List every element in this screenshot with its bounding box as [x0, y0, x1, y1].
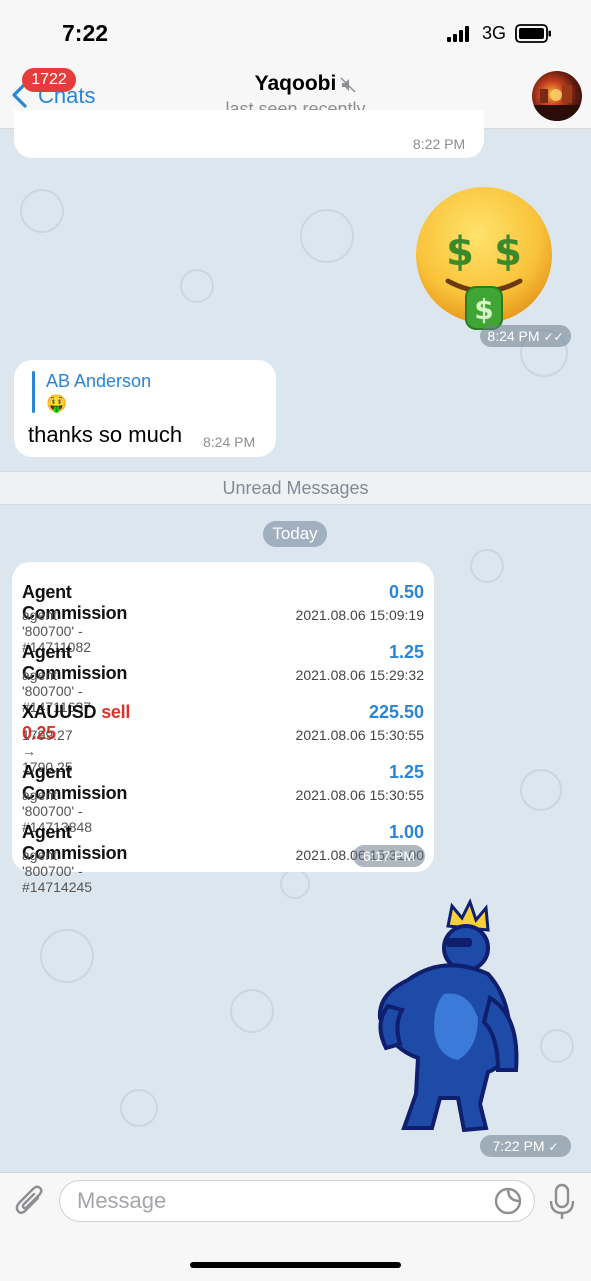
report-row-amount: 1.25 — [388, 642, 424, 662]
status-time: 7:22 — [62, 20, 109, 46]
reply-preview: 🤑 — [46, 394, 68, 413]
report-row-date: 2021.08.06 15:29:32 — [295, 667, 424, 683]
battery-icon — [515, 24, 551, 43]
report-row-detail: agent '800700' - #14714245 — [22, 847, 93, 895]
svg-text:$: $ — [446, 229, 474, 275]
reply-bar — [32, 371, 35, 413]
message-time: 7:22 PM — [492, 1138, 545, 1154]
message-time: 8:24 PM — [203, 434, 256, 450]
sticker-time-pill: 7:22 PM ✓ — [480, 1135, 571, 1157]
message-text: thanks so much — [28, 422, 183, 447]
sticker-icon[interactable] — [493, 1186, 523, 1216]
home-indicator — [190, 1262, 401, 1268]
report-row-amount: 1.00 — [388, 822, 424, 842]
date-pill: Today — [263, 521, 327, 547]
message-time: 8:22 PM — [413, 136, 466, 152]
report-row-date: 2021.08.06 15:09:19 — [295, 607, 424, 623]
money-face-sticker[interactable]: $ $ $ — [410, 185, 558, 333]
attach-icon[interactable] — [14, 1184, 46, 1218]
report-row-date: 2021.08.06 15:30:55 — [295, 727, 424, 743]
message-placeholder: Message — [77, 1188, 167, 1213]
svg-text:$: $ — [474, 293, 493, 326]
mute-icon — [340, 77, 356, 93]
report-row-amount: 225.50 — [368, 702, 424, 722]
avatar-image — [532, 85, 582, 121]
report-row-amount: 0.50 — [388, 582, 424, 602]
mic-icon[interactable] — [548, 1183, 576, 1221]
avatar[interactable] — [532, 71, 582, 121]
king-kong-sticker[interactable] — [360, 898, 530, 1138]
svg-text:$: $ — [494, 229, 522, 275]
report-row-date: 2021.08.06 15:30:55 — [295, 787, 424, 803]
message-bubble[interactable]: AB Anderson 🤑 thanks so much 8:24 PM — [14, 360, 276, 457]
read-check-icon: ✓✓ — [543, 330, 564, 344]
unread-messages-separator: Unread Messages — [0, 471, 591, 505]
report-row-amount: 1.25 — [388, 762, 424, 782]
message-time: 6:17 PM — [353, 845, 425, 867]
signal-icon — [447, 26, 469, 42]
chat-title[interactable]: Yaqoobi — [0, 72, 591, 96]
reply-author: AB Anderson — [46, 371, 152, 391]
read-check-icon: ✓ — [548, 1140, 559, 1154]
message-time: 8:24 PM — [487, 328, 540, 344]
sticker-time-pill: 8:24 PM ✓✓ — [480, 325, 571, 347]
network-type: 3G — [482, 23, 507, 43]
report-row-label: XAUUSD — [22, 702, 97, 722]
